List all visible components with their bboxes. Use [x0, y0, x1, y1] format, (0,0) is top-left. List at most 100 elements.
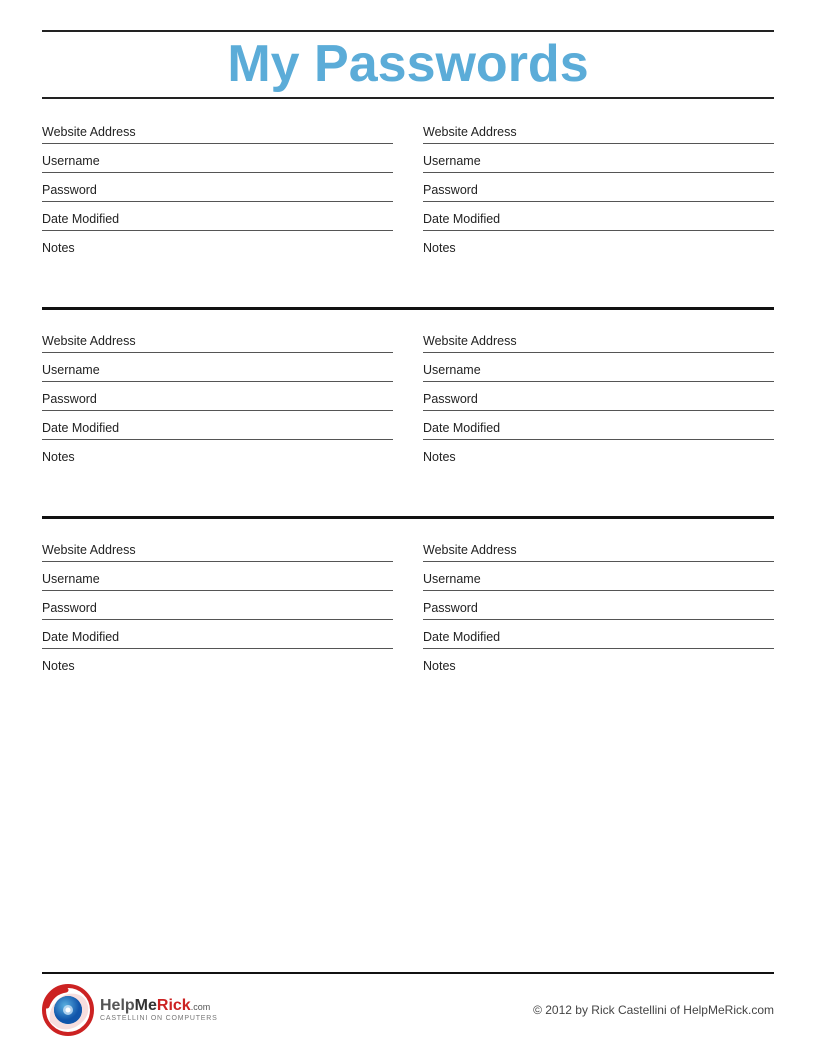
field-website-1r: Website Address [423, 117, 774, 146]
page: My Passwords Website Address Username Pa… [0, 0, 816, 1056]
section-divider-1 [42, 307, 774, 310]
password-label-1l: Password [42, 175, 393, 201]
website-line-1l [42, 143, 393, 144]
notes-label-2l: Notes [42, 442, 393, 494]
date-line-1r [423, 230, 774, 231]
field-date-3l: Date Modified [42, 622, 393, 651]
website-label-2r: Website Address [423, 326, 774, 352]
username-label-2r: Username [423, 355, 774, 381]
notes-label-1l: Notes [42, 233, 393, 285]
logo-tagline-text: CASTELLINI ON COMPUTERS [100, 1015, 218, 1023]
entry-2-right: Website Address Username Password Date M… [423, 326, 774, 494]
date-label-2r: Date Modified [423, 413, 774, 439]
field-password-3l: Password [42, 593, 393, 622]
username-line-3l [42, 590, 393, 591]
username-label-2l: Username [42, 355, 393, 381]
website-line-2l [42, 352, 393, 353]
username-line-2r [423, 381, 774, 382]
website-label-3r: Website Address [423, 535, 774, 561]
field-password-1l: Password [42, 175, 393, 204]
logo-rick-text: Rick [157, 997, 191, 1015]
password-label-3l: Password [42, 593, 393, 619]
notes-label-3r: Notes [423, 651, 774, 703]
field-website-3l: Website Address [42, 535, 393, 564]
section-3-grid: Website Address Username Password Date M… [42, 535, 774, 703]
website-label-1l: Website Address [42, 117, 393, 143]
website-line-2r [423, 352, 774, 353]
field-password-3r: Password [423, 593, 774, 622]
field-date-1l: Date Modified [42, 204, 393, 233]
field-username-1r: Username [423, 146, 774, 175]
entry-2-left: Website Address Username Password Date M… [42, 326, 393, 494]
entry-3-left: Website Address Username Password Date M… [42, 535, 393, 703]
field-username-2r: Username [423, 355, 774, 384]
entry-3-right: Website Address Username Password Date M… [423, 535, 774, 703]
notes-label-1r: Notes [423, 233, 774, 285]
field-username-1l: Username [42, 146, 393, 175]
notes-label-3l: Notes [42, 651, 393, 703]
date-line-2r [423, 439, 774, 440]
username-line-2l [42, 381, 393, 382]
password-label-2l: Password [42, 384, 393, 410]
field-notes-3l: Notes [42, 651, 393, 703]
username-label-1l: Username [42, 146, 393, 172]
footer: Help Me Rick .com CASTELLINI ON COMPUTER… [42, 972, 774, 1036]
notes-label-2r: Notes [423, 442, 774, 494]
field-website-2l: Website Address [42, 326, 393, 355]
field-username-2l: Username [42, 355, 393, 384]
field-notes-3r: Notes [423, 651, 774, 703]
date-line-2l [42, 439, 393, 440]
website-line-1r [423, 143, 774, 144]
field-website-1l: Website Address [42, 117, 393, 146]
field-website-2r: Website Address [423, 326, 774, 355]
website-label-2l: Website Address [42, 326, 393, 352]
username-line-1l [42, 172, 393, 173]
username-label-3r: Username [423, 564, 774, 590]
date-label-2l: Date Modified [42, 413, 393, 439]
date-label-3l: Date Modified [42, 622, 393, 648]
section-1-grid: Website Address Username Password Date M… [42, 117, 774, 285]
logo: Help Me Rick .com CASTELLINI ON COMPUTER… [42, 984, 218, 1036]
date-line-3r [423, 648, 774, 649]
logo-com-text: .com [191, 1003, 211, 1013]
password-line-1r [423, 201, 774, 202]
website-line-3l [42, 561, 393, 562]
field-username-3r: Username [423, 564, 774, 593]
field-password-2l: Password [42, 384, 393, 413]
field-notes-2r: Notes [423, 442, 774, 494]
field-date-2r: Date Modified [423, 413, 774, 442]
date-line-1l [42, 230, 393, 231]
username-line-1r [423, 172, 774, 173]
section-2-grid: Website Address Username Password Date M… [42, 326, 774, 494]
website-label-1r: Website Address [423, 117, 774, 143]
field-username-3l: Username [42, 564, 393, 593]
date-label-3r: Date Modified [423, 622, 774, 648]
password-line-2r [423, 410, 774, 411]
password-line-2l [42, 410, 393, 411]
website-label-3l: Website Address [42, 535, 393, 561]
password-line-3l [42, 619, 393, 620]
field-notes-1l: Notes [42, 233, 393, 285]
top-rule [42, 30, 774, 32]
entry-1-left: Website Address Username Password Date M… [42, 117, 393, 285]
password-label-3r: Password [423, 593, 774, 619]
username-label-1r: Username [423, 146, 774, 172]
page-title: My Passwords [42, 36, 774, 93]
username-line-3r [423, 590, 774, 591]
username-label-3l: Username [42, 564, 393, 590]
logo-text-block: Help Me Rick .com CASTELLINI ON COMPUTER… [100, 997, 218, 1022]
bottom-title-rule [42, 97, 774, 99]
date-label-1r: Date Modified [423, 204, 774, 230]
field-notes-1r: Notes [423, 233, 774, 285]
field-date-3r: Date Modified [423, 622, 774, 651]
logo-me-text: Me [135, 997, 157, 1015]
password-line-3r [423, 619, 774, 620]
section-divider-2 [42, 516, 774, 519]
date-label-1l: Date Modified [42, 204, 393, 230]
date-line-3l [42, 648, 393, 649]
password-label-1r: Password [423, 175, 774, 201]
field-date-2l: Date Modified [42, 413, 393, 442]
logo-help-text: Help [100, 997, 135, 1015]
field-notes-2l: Notes [42, 442, 393, 494]
logo-brand: Help Me Rick .com [100, 997, 218, 1015]
